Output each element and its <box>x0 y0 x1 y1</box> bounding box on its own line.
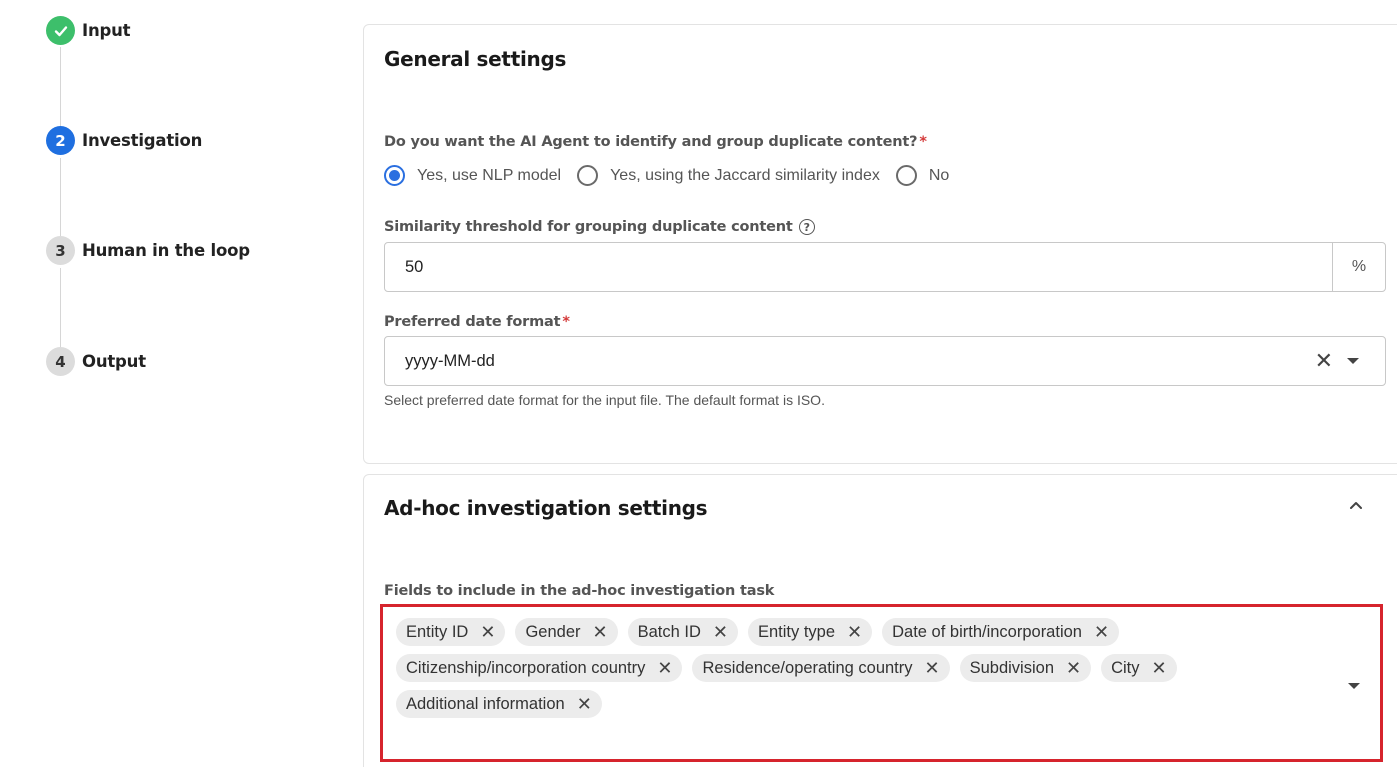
step-input[interactable]: Input <box>46 16 131 45</box>
chip-residence-country[interactable]: Residence/operating country ✕ <box>692 654 950 682</box>
chip-subdivision[interactable]: Subdivision ✕ <box>959 654 1092 682</box>
date-format-label: Preferred date format * <box>384 314 570 330</box>
radio-indicator[interactable] <box>895 165 917 186</box>
date-format-select[interactable]: yyyy-MM-dd ✕ <box>384 336 1386 386</box>
chevron-down-icon[interactable] <box>1348 683 1360 689</box>
chip-gender[interactable]: Gender ✕ <box>515 618 618 646</box>
step-output[interactable]: 4 Output <box>46 347 146 376</box>
chip-row: Entity ID ✕ Gender ✕ Batch ID ✕ Entity type… <box>396 618 1276 646</box>
adhoc-settings-title: Ad-hoc investigation settings <box>384 496 708 520</box>
chip-additional-information[interactable]: Additional information ✕ <box>396 690 602 718</box>
threshold-label: Similarity threshold for grouping duplic… <box>384 219 815 235</box>
step-label: Input <box>82 21 131 40</box>
threshold-label-text: Similarity threshold for grouping duplic… <box>384 219 793 235</box>
close-icon[interactable]: ✕ <box>657 658 672 679</box>
close-icon[interactable]: ✕ <box>1315 348 1333 374</box>
step-number: 3 <box>46 236 75 265</box>
chip-label: Subdivision <box>969 658 1054 677</box>
duplicate-question-label: Do you want the AI Agent to identify and… <box>384 134 927 150</box>
duplicate-radio-group: Yes, use NLP model Yes, using the Jaccar… <box>384 165 965 186</box>
radio-nlp-model[interactable]: Yes, use NLP model <box>384 165 561 186</box>
close-icon[interactable]: ✕ <box>1094 622 1109 643</box>
chip-label: City <box>1111 658 1140 677</box>
chip-entity-id[interactable]: Entity ID ✕ <box>396 618 506 646</box>
duplicate-question-text: Do you want the AI Agent to identify and… <box>384 134 918 150</box>
radio-label: Yes, use NLP model <box>417 166 562 184</box>
chip-citizenship-country[interactable]: Citizenship/incorporation country ✕ <box>396 654 683 682</box>
chip-label: Gender <box>525 622 581 641</box>
step-label: Human in the loop <box>82 241 250 260</box>
threshold-value[interactable]: 50 <box>385 258 1332 277</box>
chip-row: Additional information ✕ <box>396 690 1276 718</box>
general-settings-card: General settings Do you want the AI Agen… <box>363 24 1397 464</box>
step-complete-badge <box>46 16 75 45</box>
date-format-value[interactable]: yyyy-MM-dd <box>385 352 1315 371</box>
fields-label: Fields to include in the ad-hoc investig… <box>384 583 775 599</box>
step-connector <box>60 268 61 350</box>
app-root: Input 2 Investigation 3 Human in the loo… <box>0 0 1397 767</box>
chip-row: Citizenship/incorporation country ✕ Resid… <box>396 654 1276 682</box>
date-format-label-text: Preferred date format <box>384 314 561 330</box>
radio-no[interactable]: No <box>895 165 950 186</box>
chip-list: Entity ID ✕ Gender ✕ Batch ID ✕ Entity type… <box>396 618 1276 726</box>
chevron-up-icon[interactable] <box>1348 497 1364 513</box>
fields-multi-select[interactable]: Entity ID ✕ Gender ✕ Batch ID ✕ Entity type… <box>380 604 1383 762</box>
chevron-down-icon[interactable] <box>1347 358 1359 364</box>
chip-date-of-birth[interactable]: Date of birth/incorporation ✕ <box>882 618 1120 646</box>
close-icon[interactable]: ✕ <box>925 658 940 679</box>
radio-indicator[interactable] <box>384 165 405 186</box>
close-icon[interactable]: ✕ <box>713 622 728 643</box>
radio-jaccard[interactable]: Yes, using the Jaccard similarity index <box>577 165 880 186</box>
step-label: Output <box>82 352 146 371</box>
close-icon[interactable]: ✕ <box>577 694 592 715</box>
general-settings-title: General settings <box>384 47 567 71</box>
chip-label: Citizenship/incorporation country <box>406 658 646 677</box>
chip-label: Batch ID <box>637 622 701 641</box>
check-icon <box>54 25 67 36</box>
step-number: 4 <box>46 347 75 376</box>
step-investigation[interactable]: 2 Investigation <box>46 126 202 155</box>
close-icon[interactable]: ✕ <box>1066 658 1081 679</box>
chip-label: Date of birth/incorporation <box>892 622 1082 641</box>
close-icon[interactable]: ✕ <box>480 622 495 643</box>
radio-label: Yes, using the Jaccard similarity index <box>610 166 880 184</box>
required-marker: * <box>562 314 570 330</box>
chip-batch-id[interactable]: Batch ID ✕ <box>627 618 738 646</box>
chip-city[interactable]: City ✕ <box>1101 654 1177 682</box>
chip-label: Entity type <box>757 622 836 641</box>
help-circle-icon[interactable]: ? <box>798 219 815 235</box>
radio-label: No <box>928 166 950 184</box>
percent-suffix: % <box>1332 243 1385 291</box>
chip-label: Entity ID <box>406 622 469 641</box>
step-number: 2 <box>46 126 75 155</box>
step-label: Investigation <box>82 131 203 150</box>
step-human-in-the-loop[interactable]: 3 Human in the loop <box>46 236 250 265</box>
threshold-input[interactable]: 50 % <box>384 242 1386 292</box>
step-connector <box>60 47 61 129</box>
close-icon[interactable]: ✕ <box>1152 658 1167 679</box>
adhoc-settings-card: Ad-hoc investigation settings Fields to … <box>363 474 1397 767</box>
close-icon[interactable]: ✕ <box>847 622 862 643</box>
chip-label: Additional information <box>406 694 565 713</box>
date-format-hint: Select preferred date format for the inp… <box>384 392 825 408</box>
chip-entity-type[interactable]: Entity type ✕ <box>747 618 873 646</box>
chip-label: Residence/operating country <box>702 658 913 677</box>
close-icon[interactable]: ✕ <box>593 622 608 643</box>
radio-indicator[interactable] <box>577 165 599 186</box>
step-connector <box>60 158 61 239</box>
required-marker: * <box>919 134 927 150</box>
